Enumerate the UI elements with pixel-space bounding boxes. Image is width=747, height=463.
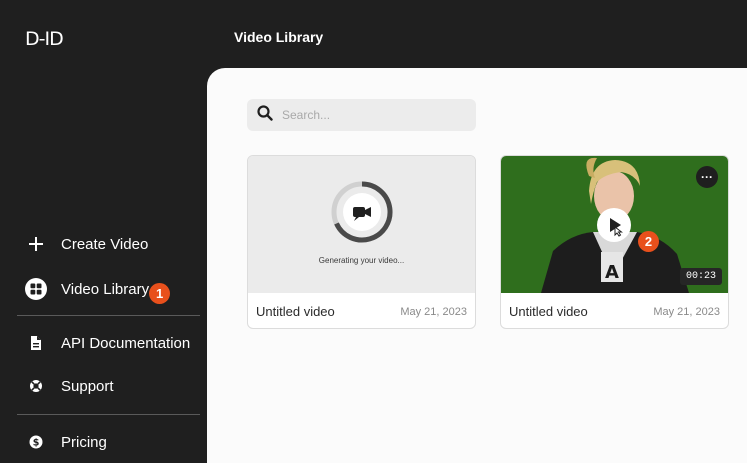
video-thumbnail[interactable]: A ··· 2 00:23 [501, 156, 728, 293]
sidebar-item-label: API Documentation [61, 334, 191, 352]
step-badge: 2 [638, 231, 659, 252]
sidebar-item-support[interactable]: Support [28, 373, 114, 399]
sidebar-item-pricing[interactable]: $ Pricing [28, 429, 107, 455]
page-title: Video Library [234, 29, 324, 45]
logo-text: D-ID [25, 28, 64, 50]
sidebar-item-label: Pricing [61, 433, 107, 451]
main-content: Search... Generating your video... Untit… [207, 68, 747, 463]
sidebar-item-label: Create Video [61, 235, 149, 253]
loading-spinner-icon [331, 181, 393, 243]
d-id-logo[interactable]: D-ID [25, 28, 64, 50]
search-field[interactable]: Search... [247, 99, 476, 131]
video-date: May 21, 2023 [400, 305, 467, 318]
sidebar-item-create-video[interactable]: Create Video [28, 231, 148, 257]
sidebar-item-label: Support [61, 377, 114, 395]
grid-icon [25, 278, 47, 300]
generating-status-text: Generating your video... [318, 256, 405, 265]
video-thumbnail-generating: Generating your video... [248, 156, 475, 293]
search-icon [257, 104, 273, 126]
svg-text:A: A [605, 262, 619, 283]
sidebar-item-video-library[interactable]: Video Library 1 [25, 276, 171, 304]
video-card-footer: Untitled video May 21, 2023 [501, 293, 728, 328]
sidebar-divider [17, 315, 200, 316]
lifebuoy-icon [28, 378, 44, 394]
sidebar-item-api-documentation[interactable]: API Documentation [28, 330, 190, 356]
search-input[interactable]: Search... [282, 108, 330, 122]
sidebar-item-label: Video Library [61, 280, 150, 298]
more-options-button[interactable]: ··· [696, 166, 718, 188]
video-card-footer: Untitled video May 21, 2023 [248, 293, 475, 328]
video-card[interactable]: Generating your video... Untitled video … [247, 155, 476, 329]
video-card[interactable]: A ··· 2 00:23 Untitled video May 21, 202… [500, 155, 729, 329]
video-title: Untitled video [256, 304, 335, 319]
sidebar: D-ID Create Video Video Library 1 API Do… [0, 0, 207, 463]
sidebar-divider [17, 414, 200, 415]
dollar-icon: $ [28, 434, 44, 450]
step-badge: 1 [149, 282, 171, 304]
play-icon [610, 218, 623, 237]
svg-text:$: $ [33, 437, 40, 448]
plus-icon [28, 236, 44, 252]
document-icon [28, 335, 44, 351]
video-duration: 00:23 [679, 268, 722, 285]
video-date: May 21, 2023 [653, 305, 720, 318]
video-title: Untitled video [509, 304, 588, 319]
play-button[interactable] [597, 208, 631, 242]
